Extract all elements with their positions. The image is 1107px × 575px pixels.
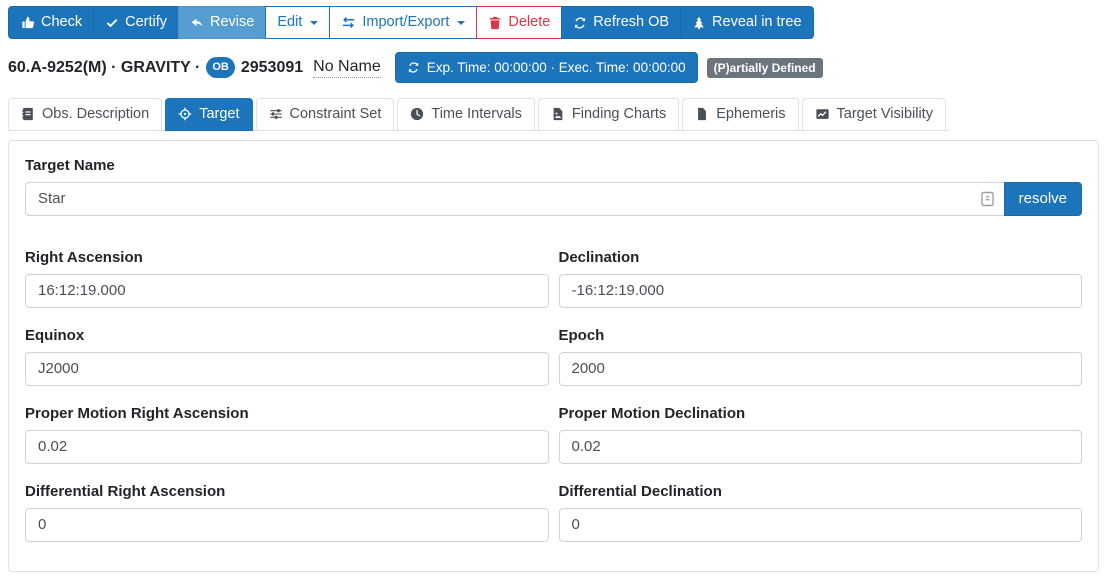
time-summary-button[interactable]: Exp. Time: 00:00:00 · Exec. Time: 00:00:…: [395, 52, 698, 83]
epoch-label: Epoch: [559, 327, 1083, 345]
tab-target-visibility[interactable]: Target Visibility: [802, 98, 946, 131]
differential-ra-input[interactable]: [25, 508, 549, 542]
refresh-ob-button[interactable]: Refresh OB: [561, 6, 681, 39]
thumbs-up-icon: [20, 15, 35, 30]
reply-arrow-icon: [190, 16, 204, 30]
tab-time-intervals[interactable]: Time Intervals: [397, 98, 535, 131]
ob-number: 2953091: [241, 59, 303, 77]
chart-line-icon: [815, 107, 830, 121]
tab-target[interactable]: Target: [165, 98, 252, 131]
tab-finding-charts[interactable]: Finding Charts: [538, 98, 679, 131]
target-name-label: Target Name: [25, 157, 1082, 175]
check-icon: [105, 16, 119, 30]
import-export-dropdown-button[interactable]: Import/Export: [329, 6, 477, 39]
target-form-card: Target Name resolve Right Ascension Decl…: [8, 140, 1099, 572]
caret-down-icon: [457, 21, 465, 25]
sync-icon: [573, 16, 587, 30]
file-image-icon: [551, 107, 565, 121]
resolve-button[interactable]: resolve: [1004, 182, 1082, 216]
tab-obs-description[interactable]: Obs. Description: [8, 98, 162, 131]
address-book-icon: [21, 107, 35, 121]
ob-tabs: Obs. Description Target Constraint Set T…: [8, 98, 949, 131]
tab-ephemeris[interactable]: Ephemeris: [682, 98, 798, 131]
right-ascension-input[interactable]: [25, 274, 549, 308]
ob-badge: OB: [206, 57, 235, 78]
autofill-icon[interactable]: [981, 191, 994, 207]
proper-motion-dec-input[interactable]: [559, 430, 1083, 464]
sliders-icon: [269, 107, 283, 121]
edit-dropdown-button[interactable]: Edit: [265, 6, 330, 39]
equinox-input[interactable]: [25, 352, 549, 386]
caret-down-icon: [310, 21, 318, 25]
equinox-label: Equinox: [25, 327, 549, 345]
exchange-icon: [341, 15, 356, 30]
differential-dec-input[interactable]: [559, 508, 1083, 542]
delete-button[interactable]: Delete: [476, 6, 562, 39]
certify-button[interactable]: Certify: [93, 6, 179, 39]
target-name-group: resolve: [25, 182, 1082, 216]
epoch-input[interactable]: [559, 352, 1083, 386]
proper-motion-ra-label: Proper Motion Right Ascension: [25, 405, 549, 423]
proper-motion-ra-input[interactable]: [25, 430, 549, 464]
check-button[interactable]: Check: [8, 6, 94, 39]
reveal-in-tree-button[interactable]: Reveal in tree: [680, 6, 813, 39]
ob-header: 60.A-9252(M) · GRAVITY · OB 2953091 No N…: [8, 52, 1107, 83]
declination-label: Declination: [559, 249, 1083, 267]
ob-name-editable[interactable]: No Name: [313, 58, 381, 78]
proper-motion-dec-label: Proper Motion Declination: [559, 405, 1083, 423]
file-icon: [695, 107, 709, 121]
status-badge: (P)artially Defined: [707, 58, 823, 78]
sync-icon: [407, 61, 420, 74]
declination-input[interactable]: [559, 274, 1083, 308]
ob-toolbar: Check Certify Revise Edit Import/Export …: [8, 6, 814, 39]
revise-button[interactable]: Revise: [178, 6, 266, 39]
differential-ra-label: Differential Right Ascension: [25, 483, 549, 501]
tab-constraint-set[interactable]: Constraint Set: [256, 98, 395, 131]
program-title: 60.A-9252(M) · GRAVITY ·: [8, 59, 200, 77]
trash-icon: [488, 16, 502, 30]
clock-icon: [410, 107, 424, 121]
right-ascension-label: Right Ascension: [25, 249, 549, 267]
tree-icon: [692, 16, 706, 30]
crosshairs-icon: [178, 107, 192, 121]
differential-dec-label: Differential Declination: [559, 483, 1083, 501]
target-name-input[interactable]: [25, 182, 1004, 216]
